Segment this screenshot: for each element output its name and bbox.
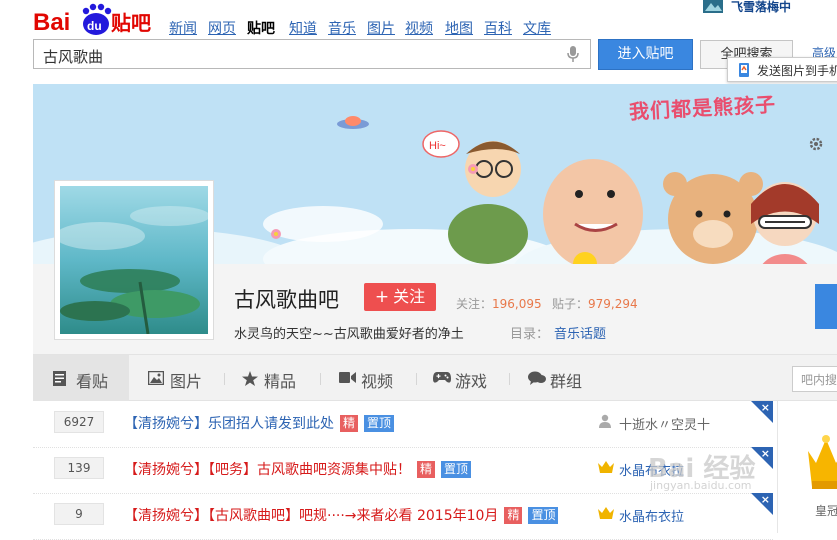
directory-label: 目录：: [510, 327, 550, 342]
featured-badge: 精: [417, 461, 436, 478]
tab-groups-label: 群组: [550, 372, 583, 391]
crown-icon: [598, 507, 614, 519]
thread-author-name[interactable]: 十逝水〃空灵十: [619, 414, 710, 433]
tab-groups[interactable]: 群组: [528, 355, 588, 401]
crown-icon: [808, 435, 837, 489]
phone-send-icon: [739, 63, 749, 77]
gear-icon[interactable]: [808, 136, 824, 152]
microphone-icon[interactable]: [567, 46, 579, 63]
followers-stat: 关注：196,095: [456, 295, 542, 312]
pinned-badge: 置顶: [364, 415, 395, 432]
enter-tieba-button[interactable]: 进入贴吧: [598, 39, 693, 70]
thread-title-text[interactable]: 【清扬婉兮】【吧务】古风歌曲吧资源集中贴！: [124, 462, 411, 478]
document-icon: [53, 371, 66, 386]
nav-wenku[interactable]: 文库: [523, 18, 551, 38]
search-input[interactable]: 古风歌曲: [33, 39, 591, 69]
thread-title-text[interactable]: 【清扬婉兮】【古风歌曲吧】吧规····→来者必看 2015年10月: [124, 508, 498, 524]
thread-row[interactable]: 6927 【清扬婉兮】乐团招人请发到此处精置顶 十逝水〃空灵十 ×: [33, 401, 773, 448]
forum-tabs: 看贴 图片 精品 视频 游戏 群组: [33, 354, 837, 401]
crown-label[interactable]: 皇冠: [815, 502, 837, 519]
tab-divider: [320, 373, 321, 385]
nav-web[interactable]: 网页: [208, 18, 236, 38]
close-icon[interactable]: ×: [751, 493, 773, 515]
tab-divider: [509, 373, 510, 385]
followers-count: 196,095: [492, 297, 542, 311]
thread-title[interactable]: 【清扬婉兮】【古风歌曲吧】吧规····→来者必看 2015年10月精置顶: [124, 505, 559, 525]
nav-tieba[interactable]: 贴吧: [247, 18, 275, 38]
tab-images-label: 图片: [170, 372, 203, 391]
tab-posts-label: 看贴: [76, 372, 109, 391]
pinned-badge: 置顶: [441, 461, 472, 478]
tab-featured[interactable]: 精品: [242, 355, 302, 401]
chat-icon: [528, 371, 546, 385]
baidu-tieba-logo[interactable]: Bai du 贴吧: [33, 2, 153, 38]
nav-baike[interactable]: 百科: [484, 18, 512, 38]
posts-label: 贴子：: [552, 297, 589, 311]
svg-text:贴吧: 贴吧: [111, 11, 151, 35]
tab-featured-label: 精品: [264, 372, 297, 391]
svg-text:Bai: Bai: [33, 9, 70, 36]
member-panel: 皇冠: [777, 401, 837, 533]
send-to-phone-label: 发送图片到手机: [757, 64, 837, 78]
video-icon: [339, 372, 356, 383]
tab-images[interactable]: 图片: [148, 355, 208, 401]
tab-video[interactable]: 视频: [339, 355, 399, 401]
thread-title[interactable]: 【清扬婉兮】乐团招人请发到此处精置顶: [124, 413, 395, 433]
nav-video[interactable]: 视频: [405, 18, 433, 38]
user-icon: [599, 414, 611, 428]
reply-count: 9: [54, 503, 104, 525]
featured-badge: 精: [504, 507, 523, 524]
follow-button[interactable]: + 关注: [364, 283, 436, 311]
posts-count: 979,294: [588, 297, 638, 311]
svg-text:du: du: [87, 19, 102, 33]
send-to-phone-tooltip[interactable]: 发送图片到手机: [727, 57, 837, 82]
tab-divider: [224, 373, 225, 385]
user-avatar-icon: [703, 0, 723, 13]
thread-author-name[interactable]: 水晶布衣拉: [619, 506, 684, 525]
thread-title[interactable]: 【清扬婉兮】【吧务】古风歌曲吧资源集中贴！ 精置顶: [124, 459, 472, 479]
sign-in-button[interactable]: [815, 284, 837, 329]
tab-posts[interactable]: 看贴: [33, 355, 129, 401]
tab-video-label: 视频: [361, 372, 394, 391]
image-icon: [148, 371, 164, 385]
watermark-url: jingyan.baidu.com: [650, 479, 752, 492]
forum-search-input[interactable]: 吧内搜: [792, 366, 837, 392]
featured-badge: 精: [340, 415, 359, 432]
close-icon[interactable]: ×: [751, 401, 773, 423]
star-icon: [242, 371, 258, 386]
search-input-value[interactable]: 古风歌曲: [43, 46, 103, 67]
follow-button-label: 关注: [393, 287, 426, 306]
nav-map[interactable]: 地图: [445, 18, 473, 38]
reply-count: 139: [54, 457, 104, 479]
nav-music[interactable]: 音乐: [328, 18, 356, 38]
followers-label: 关注：: [456, 297, 493, 311]
tab-games-label: 游戏: [455, 372, 488, 391]
directory-link[interactable]: 音乐话题: [554, 323, 606, 342]
user-name[interactable]: 飞雪落梅中: [731, 0, 791, 15]
plus-icon: +: [374, 287, 390, 307]
tab-games[interactable]: 游戏: [433, 355, 493, 401]
nav-images[interactable]: 图片: [367, 18, 395, 38]
posts-stat: 贴子：979,294: [552, 295, 638, 312]
pinned-badge: 置顶: [528, 507, 559, 524]
svg-text:Hi~: Hi~: [429, 140, 446, 152]
gamepad-icon: [433, 372, 451, 383]
tab-divider: [416, 373, 417, 385]
forum-title: 古风歌曲吧: [234, 288, 339, 312]
user-area[interactable]: 飞雪落梅中: [703, 0, 837, 14]
forum-avatar[interactable]: [54, 180, 214, 340]
reply-count: 6927: [54, 411, 104, 433]
thread-title-text[interactable]: 【清扬婉兮】乐团招人请发到此处: [124, 416, 334, 432]
nav-zhidao[interactable]: 知道: [289, 18, 317, 38]
nav-news[interactable]: 新闻: [169, 18, 197, 38]
crown-icon: [598, 461, 614, 473]
forum-search-placeholder: 吧内搜: [801, 373, 837, 387]
forum-avatar-image: [60, 186, 208, 334]
forum-description: 水灵鸟的天空~~古风歌曲爱好者的净土: [234, 327, 464, 342]
